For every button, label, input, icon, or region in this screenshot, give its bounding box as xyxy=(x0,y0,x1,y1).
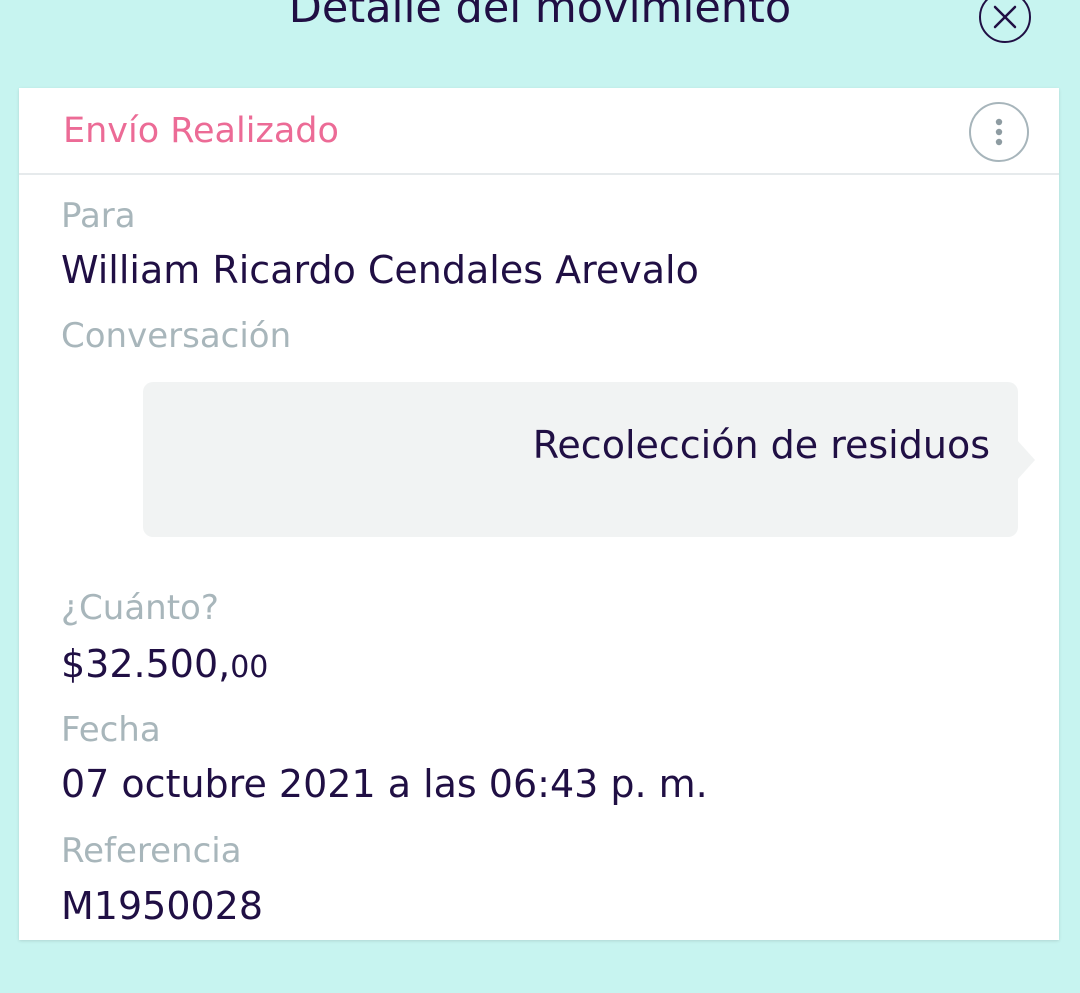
date-value: 07 octubre 2021 a las 06:43 p. m. xyxy=(61,762,708,806)
amount-main: $32.500, xyxy=(61,642,231,686)
more-options-button[interactable] xyxy=(969,102,1029,162)
conversation-label: Conversación xyxy=(61,316,292,356)
page-title: Detalle del movimiento xyxy=(288,0,792,33)
close-icon xyxy=(993,5,1017,29)
reference-label: Referencia xyxy=(61,831,242,871)
recipient-name: William Ricardo Cendales Arevalo xyxy=(61,248,699,292)
amount-cents: 00 xyxy=(230,650,269,685)
status-label: Envío Realizado xyxy=(63,111,339,151)
message-text: Recolección de residuos xyxy=(532,423,990,467)
reference-value: M1950028 xyxy=(61,884,264,928)
date-label: Fecha xyxy=(61,710,161,750)
close-button[interactable] xyxy=(979,0,1031,43)
message-bubble: Recolección de residuos xyxy=(143,382,1035,537)
amount-label: ¿Cuánto? xyxy=(61,588,219,628)
transaction-card: Envío Realizado Para William Ricardo Cen… xyxy=(19,88,1059,940)
card-header: Envío Realizado xyxy=(19,88,1059,175)
bubble-tail xyxy=(1017,440,1035,480)
recipient-label: Para xyxy=(61,196,136,236)
amount-value: $32.500,00 xyxy=(61,639,268,693)
more-vertical-icon xyxy=(995,118,1003,146)
